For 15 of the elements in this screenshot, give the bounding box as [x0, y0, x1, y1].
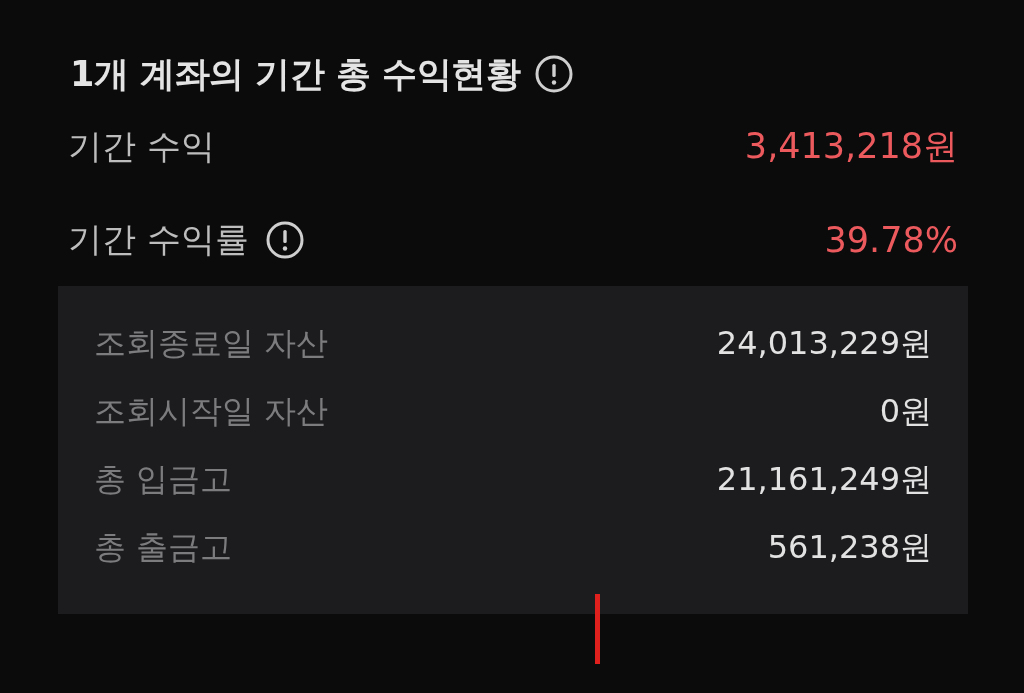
detail-value: 24,013,229원 — [716, 323, 932, 364]
summary-value: 39.78% — [824, 219, 958, 260]
detail-label: 조회시작일 자산 — [94, 391, 329, 432]
summary-label: 기간 수익률 — [68, 217, 249, 261]
detail-value: 0원 — [879, 391, 932, 432]
summary-label: 기간 수익 — [68, 124, 215, 168]
detail-label: 총 출금고 — [94, 527, 233, 568]
detail-label: 총 입금고 — [94, 459, 233, 500]
summary-value: 3,413,218원 — [744, 125, 958, 168]
section-title: 1개 계좌의 기간 총 수익현황 — [70, 52, 521, 96]
detail-value: 21,161,249원 — [716, 459, 932, 500]
detail-label: 조회종료일 자산 — [94, 323, 329, 364]
detail-value: 561,238원 — [767, 527, 932, 568]
info-icon[interactable] — [534, 54, 575, 94]
info-icon[interactable] — [264, 219, 305, 260]
